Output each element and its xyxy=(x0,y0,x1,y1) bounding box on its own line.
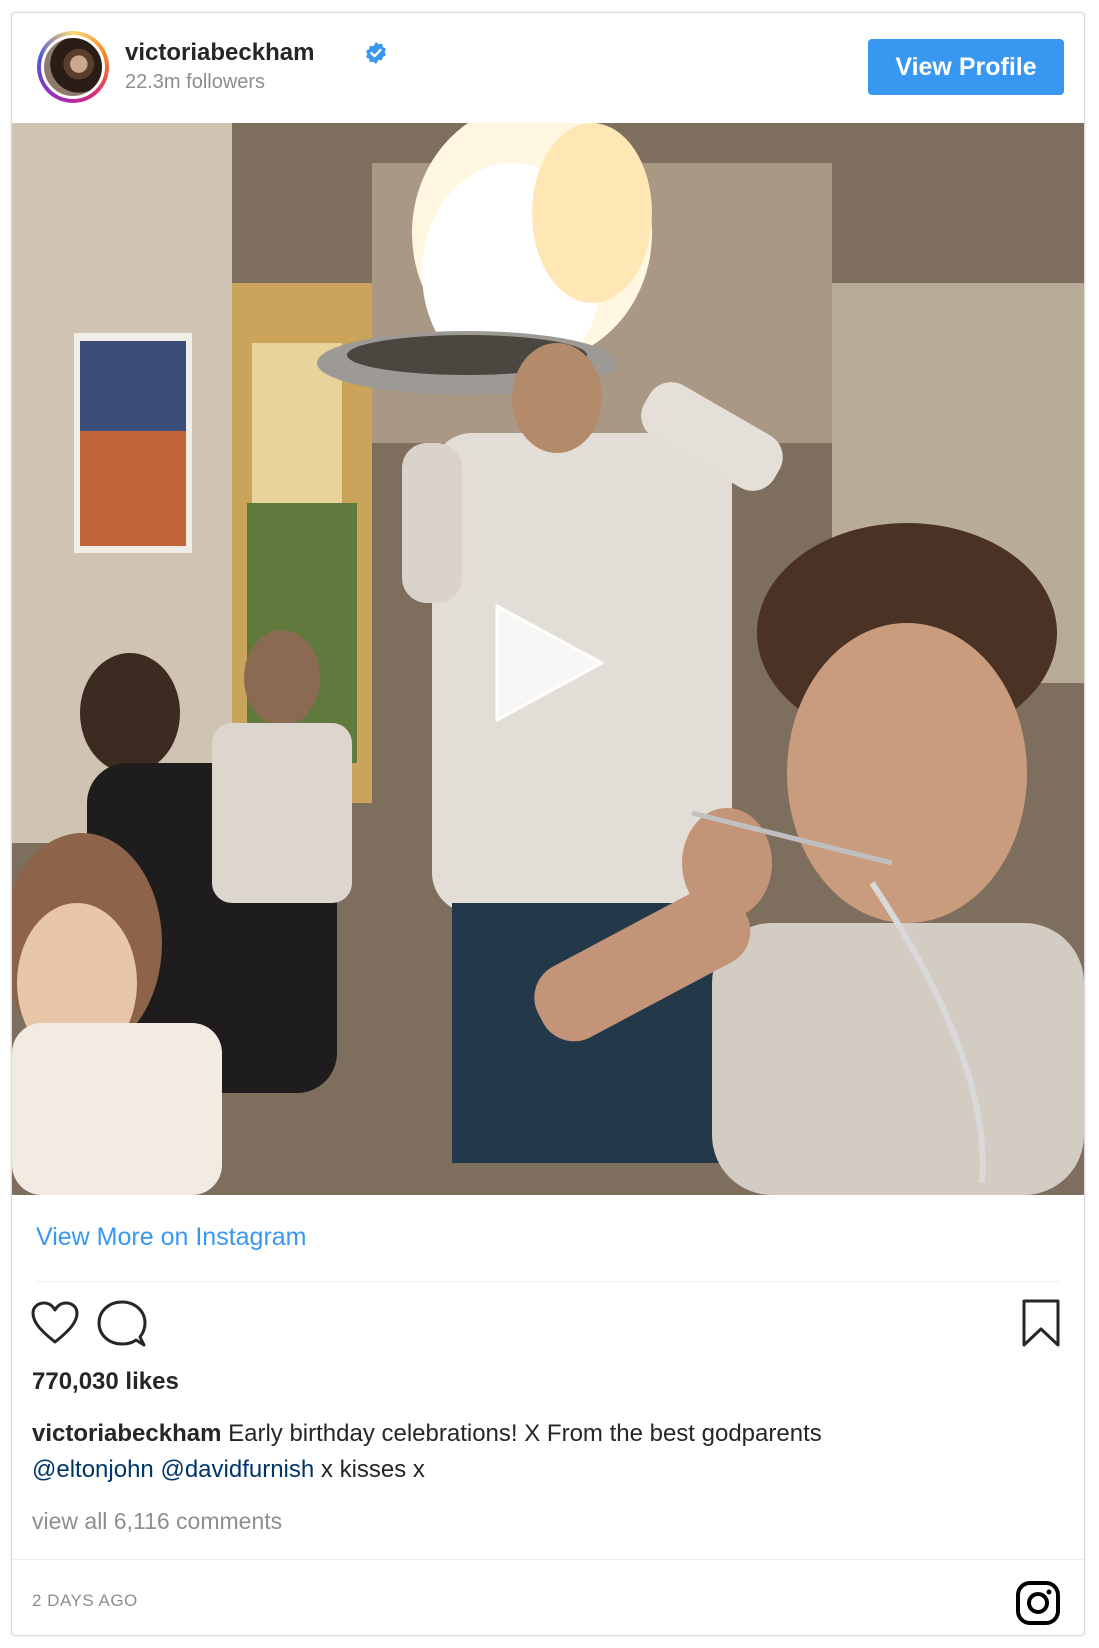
avatar-ring[interactable] xyxy=(37,31,109,103)
post-header: victoriabeckham 22.3m followers View Pro… xyxy=(12,13,1084,123)
caption-text: Early birthday celebrations! X From the … xyxy=(228,1420,822,1447)
post-timestamp: 2 DAYS AGO xyxy=(32,1591,138,1610)
play-icon[interactable] xyxy=(482,598,612,728)
caption-username[interactable]: victoriabeckham xyxy=(32,1420,221,1447)
view-profile-button[interactable]: View Profile xyxy=(868,39,1064,95)
mention-link[interactable]: @eltonjohn xyxy=(32,1456,154,1483)
post-video[interactable] xyxy=(12,123,1084,1195)
bookmark-icon[interactable] xyxy=(1021,1298,1061,1348)
username[interactable]: victoriabeckham xyxy=(125,39,314,67)
caption-text-tail: x kisses x xyxy=(320,1456,425,1483)
follower-count: 22.3m followers xyxy=(125,71,266,93)
heart-icon[interactable] xyxy=(30,1300,80,1346)
instagram-logo-icon[interactable] xyxy=(1015,1580,1061,1626)
instagram-embed-card: victoriabeckham 22.3m followers View Pro… xyxy=(11,12,1085,1636)
divider xyxy=(12,1559,1084,1560)
verified-badge-icon xyxy=(366,42,386,64)
mention-link[interactable]: @davidfurnish xyxy=(160,1456,314,1483)
view-more-link[interactable]: View More on Instagram xyxy=(36,1223,307,1252)
avatar[interactable] xyxy=(41,35,105,99)
comment-icon[interactable] xyxy=(97,1299,147,1349)
view-comments-link[interactable]: view all 6,116 comments xyxy=(32,1508,282,1535)
post-caption: victoriabeckham Early birthday celebrati… xyxy=(32,1416,1032,1488)
like-count[interactable]: 770,030 likes xyxy=(32,1368,179,1396)
divider xyxy=(36,1281,1060,1282)
